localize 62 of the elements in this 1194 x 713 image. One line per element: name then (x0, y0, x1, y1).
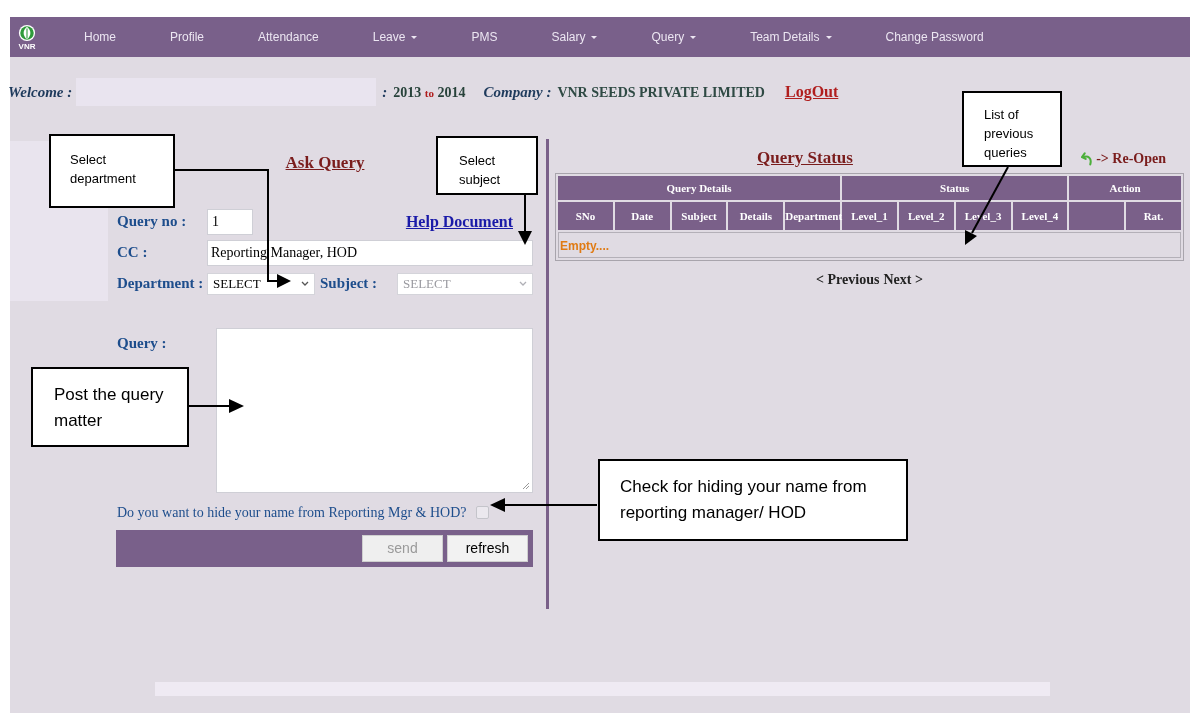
field-label: Subject : (320, 274, 379, 294)
logo-text: VNR (18, 41, 36, 51)
annotation-callout: Check for hiding your name from reporting manager/ HOD (598, 459, 908, 541)
nav-link[interactable]: Home (84, 28, 116, 46)
field-label: Query no : (117, 212, 188, 232)
column-header: Level_1 (842, 202, 897, 230)
column-header: Level_4 (1012, 202, 1068, 230)
section-title: Ask Query (285, 152, 365, 174)
section-title: Query Status (757, 147, 853, 170)
company-label: Company : (483, 82, 552, 102)
chevron-icon (301, 281, 309, 286)
chevron-icon (519, 281, 527, 286)
column-header: Level_2 (898, 202, 954, 230)
checkbox-label: Do you want to hide your name from Reporting Mgr & HOD? (117, 504, 467, 522)
pagination-link[interactable]: Next > (883, 269, 923, 290)
caret-icon (411, 35, 418, 39)
field-label: CC : (117, 243, 149, 263)
nav-link[interactable]: Attendance (258, 28, 319, 46)
nav-link[interactable]: Change Password (885, 28, 984, 46)
reopen-link[interactable]: -> Re-Open (1081, 147, 1166, 169)
column-header: Subject (671, 202, 727, 230)
query-textarea[interactable] (216, 327, 533, 493)
undo-arrow-icon (1081, 150, 1094, 166)
nav-menu[interactable]: Salary (551, 28, 598, 46)
empty-message: Empty.... (560, 239, 610, 253)
nav-menu[interactable]: Leave (372, 28, 418, 46)
logo-icon (18, 23, 36, 42)
separator-text: : (382, 82, 388, 102)
department-dropdown[interactable]: SELECT (207, 272, 315, 295)
query-number-field[interactable]: 1 (207, 208, 253, 235)
callout-arrow (188, 399, 244, 413)
column-header: Details (728, 202, 784, 230)
column-header: SNo (558, 202, 613, 230)
pagination-link[interactable]: < Previous (816, 269, 880, 290)
annotation-callout: Select department (49, 134, 175, 208)
caret-icon (690, 35, 697, 39)
year-range: 2013 to 2014 (393, 83, 466, 102)
table-group-header: Action (1069, 176, 1181, 200)
logout-link[interactable]: LogOut (784, 80, 839, 104)
nav-link[interactable]: Profile (170, 28, 205, 46)
nav-menu[interactable]: Team Details (750, 28, 832, 46)
help-link[interactable]: Help Document (405, 209, 513, 234)
annotation-callout: Select subject (436, 136, 538, 195)
company-name: VNR SEEDS PRIVATE LIMITED (557, 83, 765, 102)
welcome-label: Welcome : (8, 82, 73, 102)
table-group-header: Query Details (558, 176, 841, 200)
form-button[interactable]: refresh (447, 534, 528, 562)
annotation-callout: List of previous queries (962, 91, 1062, 167)
cc-field[interactable]: Reporting Manager, HOD (207, 239, 533, 266)
field-label: Query : (117, 333, 167, 353)
field-label: Department : (117, 274, 205, 294)
caret-icon (591, 35, 598, 39)
caret-icon (825, 35, 832, 39)
callout-arrow (518, 194, 532, 245)
nav-menu[interactable]: Query (651, 28, 697, 46)
hide-name-checkbox[interactable] (475, 506, 489, 519)
column-header: Date (614, 202, 670, 230)
column-header: Rat. (1126, 202, 1181, 230)
resize-grip-icon (522, 481, 530, 490)
annotation-callout: Post the query matter (31, 367, 189, 447)
nav-link[interactable]: PMS (471, 28, 498, 46)
table-group-header: Status (842, 176, 1068, 200)
